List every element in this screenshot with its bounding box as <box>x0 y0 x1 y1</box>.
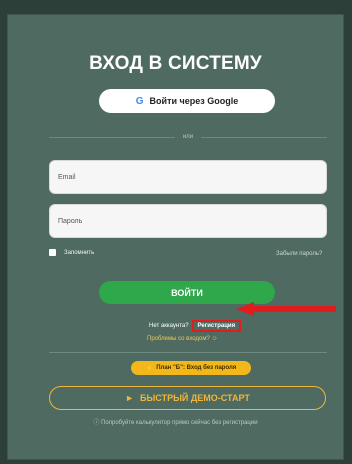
section-separator <box>49 352 327 353</box>
login-problems-link[interactable]: Проблемы со входом? ☺ <box>147 336 218 342</box>
annotation-arrow-icon <box>236 302 336 316</box>
register-link[interactable]: Регистрация <box>191 320 242 332</box>
google-signin-button[interactable]: G Войти через Google <box>99 89 275 113</box>
lightning-icon: ⚡ <box>145 365 154 372</box>
google-icon: G <box>135 95 144 107</box>
login-card: ВХОД В СИСТЕМУ G Войти через Google или … <box>7 14 344 460</box>
password-field[interactable]: Пароль <box>49 204 327 238</box>
quick-demo-label: БЫСТРЫЙ ДЕМО-СТАРТ <box>140 393 250 403</box>
no-account-text: Нет аккаунта? <box>149 323 189 329</box>
google-signin-label: Войти через Google <box>149 96 239 106</box>
plan-b-button[interactable]: ⚡ План "Б": Вход без пароля <box>131 361 251 375</box>
plan-b-label: План "Б": Вход без пароля <box>156 365 237 371</box>
password-placeholder: Пароль <box>58 217 83 225</box>
divider-line <box>201 136 327 138</box>
email-field[interactable]: Email <box>49 160 327 194</box>
login-button[interactable]: ВОЙТИ <box>99 281 275 304</box>
email-placeholder: Email <box>58 173 76 181</box>
divider-line <box>49 136 175 138</box>
divider-text: или <box>182 134 194 140</box>
quick-demo-button[interactable]: ► БЫСТРЫЙ ДЕМО-СТАРТ <box>49 386 326 410</box>
register-prompt: Нет аккаунта? Регистрация <box>149 320 242 332</box>
or-divider: или <box>49 132 327 142</box>
page-title: ВХОД В СИСТЕМУ <box>89 53 262 74</box>
demo-hint: ⓘ Попробуйте калькулятор прямо сейчас бе… <box>93 420 258 426</box>
play-icon: ► <box>125 393 135 403</box>
remember-me[interactable]: Запомнить <box>49 249 94 256</box>
forgot-password-link[interactable]: Забыли пароль? <box>276 251 322 257</box>
remember-checkbox[interactable] <box>49 249 56 256</box>
remember-label: Запомнить <box>64 249 95 256</box>
